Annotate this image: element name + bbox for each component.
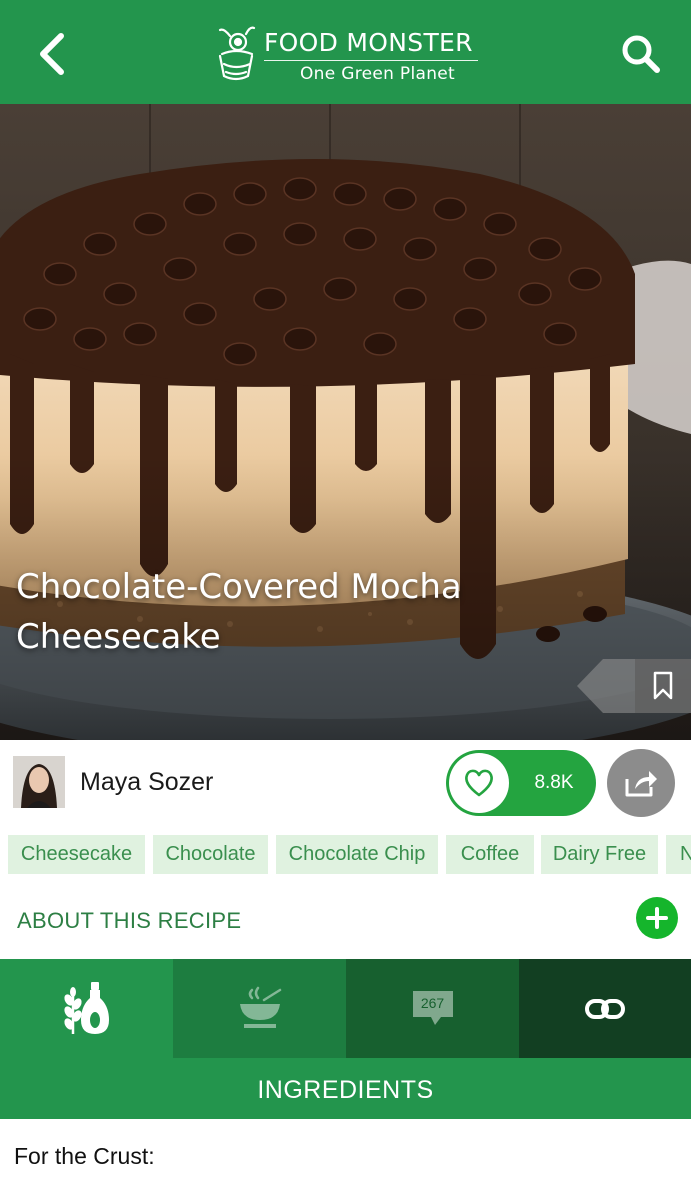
like-circle: [449, 753, 509, 813]
author-row: Maya Sozer 8.8K: [0, 740, 691, 826]
tag-chip[interactable]: Coffee: [446, 835, 534, 874]
app-header: FOOD MONSTER One Green Planet: [0, 0, 691, 104]
about-recipe-section[interactable]: ABOUT THIS RECIPE: [0, 886, 691, 958]
section-title: INGREDIENTS: [257, 1076, 434, 1104]
monster-logo-icon: [218, 26, 256, 81]
bowl-icon: [239, 986, 281, 1028]
ingredients-icon: [63, 981, 109, 1034]
back-button[interactable]: [28, 26, 76, 82]
search-button[interactable]: [615, 26, 667, 82]
about-recipe-label: ABOUT THIS RECIPE: [17, 908, 242, 933]
plus-icon: [646, 907, 668, 929]
brand-title: FOOD MONSTER: [264, 28, 473, 57]
comments-badge: 267: [411, 989, 455, 1029]
expand-about-button[interactable]: [636, 897, 678, 939]
tag-chip[interactable]: Cheesecake: [8, 835, 145, 874]
tab-preparation[interactable]: [173, 959, 346, 1058]
recipe-hero-image: Chocolate-Covered Mocha Cheesecake: [0, 104, 691, 740]
chevron-left-icon: [40, 33, 64, 75]
ingredients-content: For the Crust:: [0, 1119, 691, 1199]
avatar[interactable]: [13, 756, 65, 808]
ingredients-subheading: For the Crust:: [14, 1143, 155, 1169]
recipe-title: Chocolate-Covered Mocha Cheesecake: [16, 567, 462, 657]
author-avatar-image: [13, 756, 65, 808]
tag-chip[interactable]: Dairy Free: [541, 835, 658, 874]
brand-logo[interactable]: FOOD MONSTER One Green Planet: [208, 20, 488, 90]
brand-subtitle: One Green Planet: [300, 64, 455, 84]
heart-icon: [465, 769, 493, 797]
search-icon: [622, 35, 660, 73]
tab-links[interactable]: [519, 959, 691, 1058]
share-icon: [625, 771, 657, 797]
bookmark-icon: [653, 671, 673, 700]
author-name[interactable]: Maya Sozer: [80, 766, 213, 798]
tab-comments[interactable]: 267: [346, 959, 519, 1058]
brand-divider: [264, 60, 478, 61]
share-button[interactable]: [607, 749, 675, 817]
tag-chip[interactable]: Chocolate Chip: [276, 835, 438, 874]
like-button[interactable]: 8.8K: [446, 750, 596, 816]
tag-chip[interactable]: N: [666, 835, 691, 874]
comments-count: 267: [420, 994, 445, 1011]
tag-chip[interactable]: Chocolate: [153, 835, 268, 874]
ingredients-header: INGREDIENTS: [0, 1058, 691, 1119]
like-count: 8.8K: [534, 772, 574, 793]
link-icon: [585, 998, 625, 1019]
tab-ingredients[interactable]: [0, 959, 173, 1058]
bookmark-button[interactable]: [635, 659, 691, 713]
tag-list: Cheesecake Chocolate Chocolate Chip Coff…: [0, 835, 691, 875]
recipe-tab-bar: 267: [0, 959, 691, 1058]
